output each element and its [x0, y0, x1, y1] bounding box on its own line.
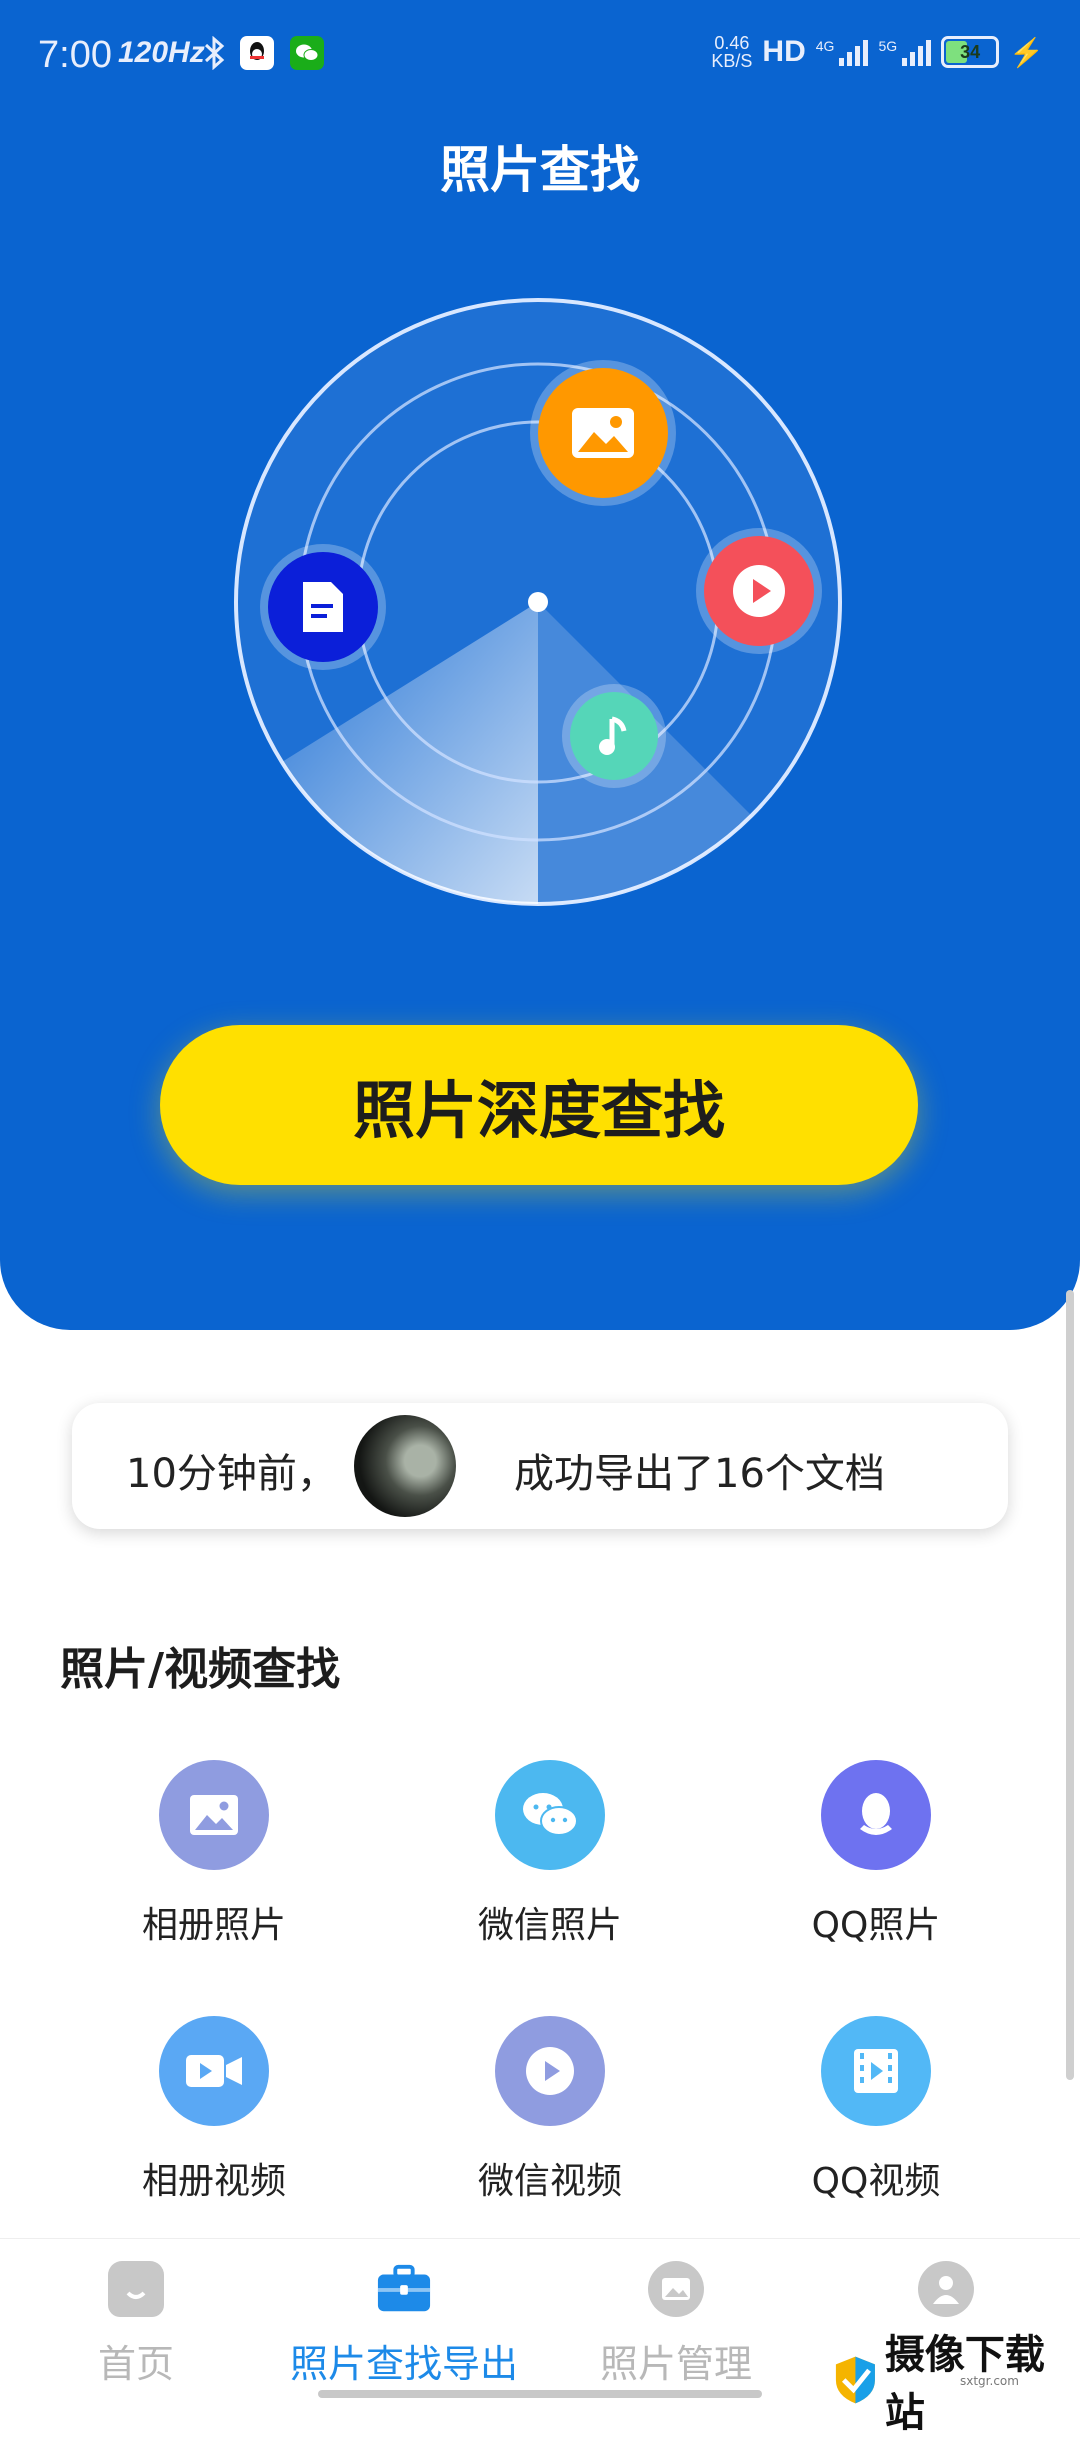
qq-photo-item[interactable]: QQ照片 — [766, 1760, 986, 1948]
avatar — [354, 1415, 456, 1517]
section-title: 照片/视频查找 — [60, 1644, 341, 1695]
refresh-rate: 120Hz — [118, 36, 205, 69]
status-right: 0.46 KB/S HD 4G 5G 34 ⚡ — [711, 34, 1044, 70]
watermark: 摄像下载站 sxtgr.com — [832, 2322, 1080, 2438]
nav-photo-search-label: 照片查找导出 — [289, 2342, 518, 2386]
document-icon — [303, 582, 343, 632]
user-icon — [918, 2261, 974, 2317]
qq-icon — [821, 1760, 931, 1870]
signal-4g-icon: 4G — [816, 38, 869, 66]
play-icon — [733, 565, 785, 617]
header-panel: 7:00 120Hz 0.46 KB/S HD 4G 5G 34 ⚡ 照片查找 … — [0, 0, 1080, 1330]
wechat-photo-item[interactable]: 微信照片 — [440, 1760, 660, 1948]
document-bubble — [268, 552, 378, 662]
qq-video-label: QQ视频 — [811, 2161, 941, 2202]
hd-indicator: HD — [762, 35, 806, 68]
qq-notification-icon — [240, 36, 274, 70]
album-video-label: 相册视频 — [141, 2161, 286, 2202]
play-circle-icon — [495, 2016, 605, 2126]
nav-home[interactable]: 首页 — [6, 2261, 266, 2388]
film-icon — [821, 2016, 931, 2126]
nav-photo-manage[interactable]: 照片管理 — [546, 2261, 806, 2388]
page-title: 照片查找 — [440, 141, 640, 199]
music-icon — [599, 716, 627, 755]
radar-center-dot — [528, 592, 548, 612]
battery-icon: 34 — [941, 36, 1000, 68]
image-icon — [572, 408, 634, 458]
home-indicator[interactable] — [318, 2390, 762, 2398]
net-speed-value: 0.46 — [714, 33, 750, 53]
qq-photo-label: QQ照片 — [811, 1905, 941, 1946]
wechat-video-item[interactable]: 微信视频 — [440, 2016, 660, 2204]
net-speed-unit: KB/S — [711, 51, 753, 71]
nav-photo-search[interactable]: 照片查找导出 — [274, 2261, 534, 2388]
wechat-video-label: 微信视频 — [477, 2161, 622, 2202]
net-speed: 0.46 KB/S — [711, 34, 752, 70]
status-bar: 7:00 120Hz 0.46 KB/S HD 4G 5G 34 ⚡ — [0, 0, 1080, 110]
sig2-label: 5G — [878, 38, 898, 54]
home-icon — [108, 2261, 164, 2317]
notice-result: 成功导出了16个文档 — [514, 1451, 885, 1497]
shield-logo-icon — [835, 2356, 875, 2404]
album-photo-label: 相册照片 — [141, 1905, 286, 1946]
wechat-icon — [495, 1760, 605, 1870]
battery-level: 34 — [960, 41, 981, 62]
nav-photo-manage-label: 照片管理 — [599, 2342, 752, 2386]
notice-time: 10分钟前， — [126, 1451, 337, 1497]
album-photo-item[interactable]: 相册照片 — [104, 1760, 324, 1948]
radar-scanner — [232, 296, 844, 908]
nav-home-label: 首页 — [97, 2342, 174, 2386]
video-camera-icon — [159, 2016, 269, 2126]
nav-profile[interactable] — [816, 2261, 1076, 2317]
wechat-notification-icon — [290, 36, 324, 70]
signal-5g-icon: 5G — [878, 38, 932, 66]
status-time: 7:00 — [38, 34, 112, 76]
qq-video-item[interactable]: QQ视频 — [766, 2016, 986, 2204]
export-notice-card: 10分钟前， 成功导出了16个文档 — [72, 1403, 1008, 1529]
album-video-item[interactable]: 相册视频 — [104, 2016, 324, 2204]
play-bubble — [704, 536, 814, 646]
photo-icon — [648, 2261, 704, 2317]
scrollbar[interactable] — [1066, 1290, 1074, 2080]
watermark-sub: sxtgr.com — [960, 2374, 1019, 2388]
charging-icon: ⚡ — [1009, 36, 1044, 68]
music-bubble — [570, 692, 658, 780]
bluetooth-icon — [198, 36, 232, 70]
deep-search-button[interactable]: 照片深度查找 — [160, 1025, 918, 1185]
briefcase-icon — [376, 2261, 432, 2317]
wechat-photo-label: 微信照片 — [477, 1905, 622, 1946]
album-photo-icon — [159, 1760, 269, 1870]
image-bubble — [538, 368, 668, 498]
sig1-label: 4G — [815, 38, 835, 54]
